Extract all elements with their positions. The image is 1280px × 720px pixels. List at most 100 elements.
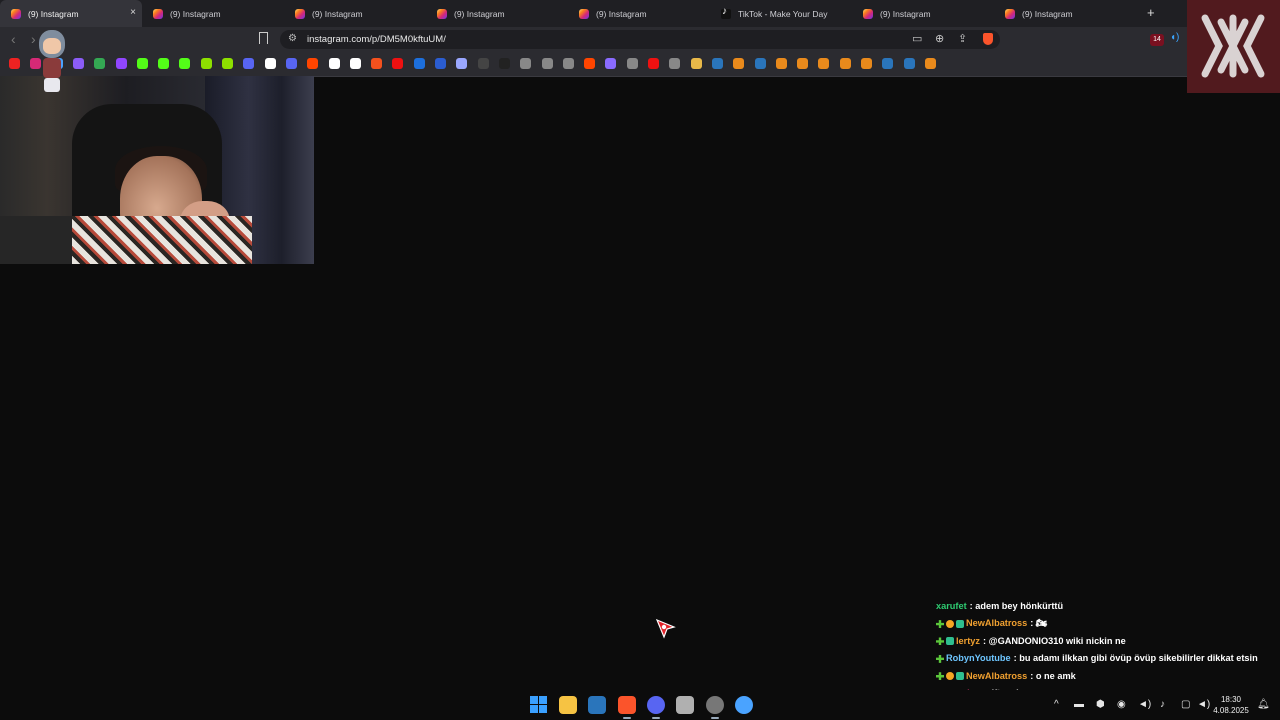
address-bar[interactable]: ⚙ instagram.com/p/DM5M0kftuUM/ ▭ ⊕ ⇪ bbox=[280, 30, 1000, 49]
bookmark-favicon-icon[interactable] bbox=[72, 58, 84, 69]
bookmark-favicon-icon[interactable] bbox=[371, 58, 383, 69]
bookmark-favicon-icon[interactable] bbox=[882, 58, 894, 69]
brave-shields-icon[interactable] bbox=[983, 33, 993, 45]
orange-badge-icon bbox=[946, 620, 954, 629]
obs-icon[interactable] bbox=[705, 696, 724, 719]
bookmark-favicon-icon[interactable] bbox=[562, 58, 574, 69]
webcam-overlay bbox=[0, 76, 314, 264]
bookmark-favicon-icon[interactable] bbox=[9, 58, 20, 69]
cast-icon[interactable]: ▭ bbox=[912, 32, 922, 45]
browser-toolbar: ‹ › ⚙ instagram.com/p/DM5M0kftuUM/ ▭ ⊕ ⇪… bbox=[0, 27, 1187, 52]
system-clock[interactable]: 18:30 4.08.2025 bbox=[1211, 694, 1251, 716]
tab-label: (9) Instagram bbox=[312, 8, 363, 19]
bookmark-favicon-icon[interactable] bbox=[690, 58, 702, 69]
file-explorer-icon[interactable] bbox=[559, 696, 577, 714]
url-text[interactable]: instagram.com/p/DM5M0kftuUM/ bbox=[307, 34, 446, 45]
chat-text: : bu adamı ilkkan gibi övüp övüp sikebil… bbox=[1013, 653, 1258, 664]
chat-message: xarufet: adem bey hönkürttü bbox=[936, 598, 1276, 615]
instagram-icon bbox=[11, 8, 21, 19]
bookmark-favicon-icon[interactable] bbox=[924, 58, 936, 69]
bookmark-favicon-icon[interactable] bbox=[200, 58, 212, 69]
chat-message: lertyz: @GANDONIO310 wiki nickin ne bbox=[936, 633, 1276, 650]
chat-username: RobynYoutube bbox=[946, 653, 1011, 664]
steam-tray-icon[interactable]: ◉ bbox=[1117, 699, 1126, 710]
bookmark-favicon-icon[interactable] bbox=[818, 58, 830, 69]
back-icon[interactable]: ‹ bbox=[11, 31, 16, 47]
bookmark-favicon-icon[interactable] bbox=[626, 58, 638, 69]
display-icon[interactable]: ▢ bbox=[1181, 699, 1190, 710]
bookmark-favicon-icon[interactable] bbox=[136, 58, 148, 69]
bookmark-favicon-icon[interactable] bbox=[328, 58, 340, 69]
bookmark-favicon-icon[interactable] bbox=[605, 58, 617, 69]
tab-2[interactable]: (9) Instagram bbox=[142, 0, 284, 27]
tab-1[interactable]: (9) Instagram × bbox=[0, 0, 142, 27]
battery-icon[interactable]: ▬ bbox=[1074, 699, 1084, 710]
bookmark-favicon-icon[interactable] bbox=[349, 58, 361, 69]
bookmark-favicon-icon[interactable] bbox=[584, 58, 596, 69]
tab-4[interactable]: (9) Instagram bbox=[426, 0, 568, 27]
orange-badge-icon bbox=[946, 672, 954, 681]
bookmark-favicon-icon[interactable] bbox=[669, 58, 681, 69]
bookmark-favicon-icon[interactable] bbox=[307, 58, 319, 69]
instagram-icon bbox=[579, 8, 589, 19]
bookmark-favicon-icon[interactable] bbox=[413, 58, 425, 69]
shield-icon[interactable]: ⬢ bbox=[1096, 699, 1105, 710]
bookmark-favicon-icon[interactable] bbox=[903, 58, 915, 69]
bookmark-favicon-icon[interactable] bbox=[456, 58, 468, 69]
chat-username: lertyz bbox=[956, 635, 981, 646]
bookmark-favicon-icon[interactable] bbox=[392, 58, 404, 69]
share-icon[interactable]: ⇪ bbox=[958, 32, 967, 45]
site-info-icon[interactable]: ⚙ bbox=[288, 33, 297, 44]
instagram-icon bbox=[863, 8, 873, 19]
bookmark-favicon-icon[interactable] bbox=[158, 58, 170, 69]
tab-label: (9) Instagram bbox=[1022, 8, 1073, 19]
audio-extension-icon[interactable]: ◖) bbox=[1170, 32, 1179, 43]
bookmark-favicon-icon[interactable] bbox=[179, 58, 191, 69]
tab-6[interactable]: TikTok - Make Your Day bbox=[710, 0, 852, 27]
tray-chevron-icon[interactable]: ^ bbox=[1054, 699, 1059, 710]
notification-icon[interactable]: 🔔︎ bbox=[1257, 699, 1270, 710]
tab-close-icon[interactable]: × bbox=[130, 7, 136, 18]
bookmarks-bar bbox=[0, 52, 1187, 77]
tab-8[interactable]: (9) Instagram bbox=[994, 0, 1136, 27]
microphone-icon[interactable]: ♪ bbox=[1160, 699, 1165, 710]
bookmark-icon[interactable] bbox=[259, 32, 268, 44]
bookmark-favicon-icon[interactable] bbox=[222, 58, 233, 69]
chat-text: : 🏍 bbox=[1030, 618, 1048, 629]
tab-5[interactable]: (9) Instagram bbox=[568, 0, 710, 27]
bookmark-favicon-icon[interactable] bbox=[754, 58, 766, 69]
bookmark-favicon-icon[interactable] bbox=[733, 58, 745, 69]
bookmark-favicon-icon[interactable] bbox=[839, 58, 851, 69]
bookmark-favicon-icon[interactable] bbox=[711, 58, 723, 69]
bookmark-favicon-icon[interactable] bbox=[477, 58, 489, 69]
speaker-icon[interactable]: ◄) bbox=[1138, 699, 1151, 710]
bookmark-favicon-icon[interactable] bbox=[285, 58, 297, 69]
start-button[interactable] bbox=[530, 696, 548, 714]
volume-icon[interactable]: ◄) bbox=[1197, 699, 1210, 710]
bookmark-favicon-icon[interactable] bbox=[115, 58, 127, 69]
bookmark-favicon-icon[interactable] bbox=[435, 58, 446, 69]
extension-badge[interactable]: 14 bbox=[1150, 34, 1164, 46]
bookmark-favicon-icon[interactable] bbox=[520, 58, 532, 69]
bookmark-favicon-icon[interactable] bbox=[775, 58, 787, 69]
bookmark-favicon-icon[interactable] bbox=[541, 58, 553, 69]
green-badge-icon bbox=[936, 620, 944, 629]
bookmark-favicon-icon[interactable] bbox=[861, 58, 872, 69]
bookmark-favicon-icon[interactable] bbox=[797, 58, 809, 69]
bookmark-favicon-icon[interactable] bbox=[648, 58, 659, 69]
cursor-icon bbox=[655, 618, 676, 639]
unity-icon[interactable] bbox=[676, 696, 695, 714]
bookmark-favicon-icon[interactable] bbox=[264, 58, 276, 69]
bookmark-favicon-icon[interactable] bbox=[498, 58, 510, 69]
bookmark-favicon-icon[interactable] bbox=[243, 58, 255, 69]
tab-label: (9) Instagram bbox=[170, 8, 221, 19]
tab-7[interactable]: (9) Instagram bbox=[852, 0, 994, 27]
discord-icon[interactable] bbox=[646, 696, 665, 719]
settings-app-icon[interactable] bbox=[734, 696, 753, 714]
zoom-icon[interactable]: ⊕ bbox=[935, 32, 944, 45]
steam-icon[interactable] bbox=[588, 696, 607, 714]
brave-icon[interactable] bbox=[617, 696, 636, 719]
new-tab-button[interactable]: + bbox=[1147, 5, 1155, 20]
tab-3[interactable]: (9) Instagram bbox=[284, 0, 426, 27]
bookmark-favicon-icon[interactable] bbox=[94, 58, 106, 69]
